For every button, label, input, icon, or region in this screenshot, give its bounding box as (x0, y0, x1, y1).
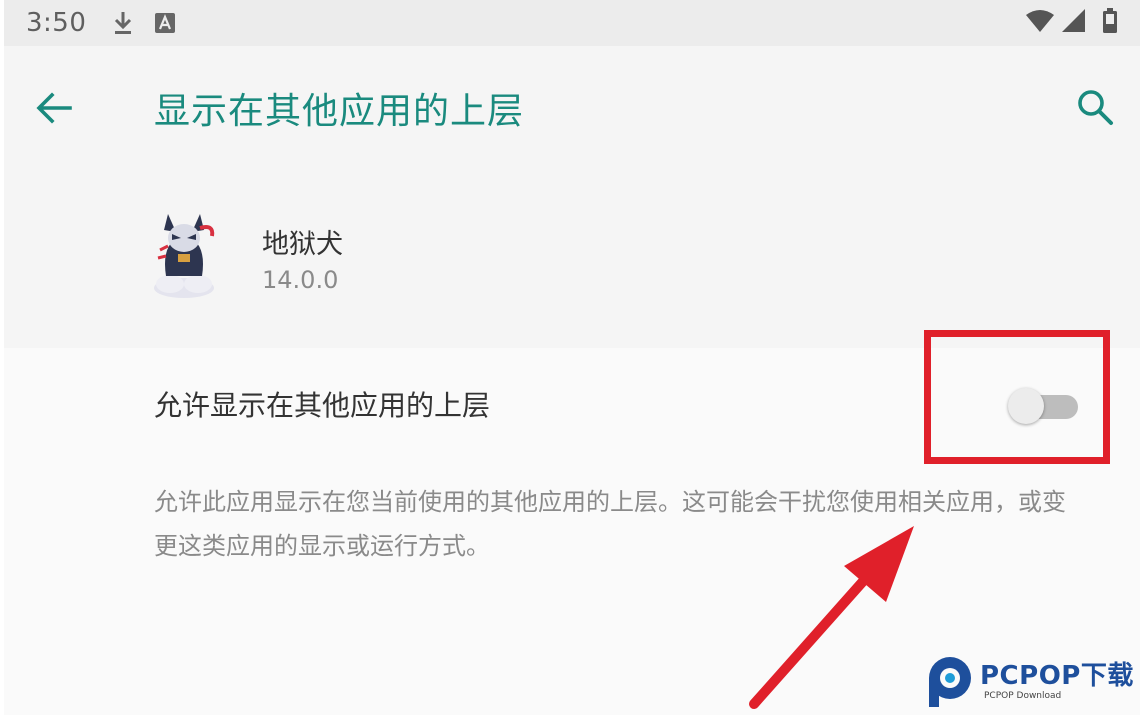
back-button[interactable] (32, 86, 76, 130)
watermark-text: PCPOP下载 PCPOP Download (980, 662, 1134, 702)
signal-icon (1062, 9, 1086, 37)
red-arrow-annotation (740, 520, 930, 715)
app-version: 14.0.0 (262, 266, 339, 294)
status-right-group (1026, 8, 1118, 38)
status-time: 3:50 (26, 8, 87, 38)
status-bar: 3:50 (4, 0, 1140, 46)
battery-icon (1102, 8, 1118, 38)
page-title: 显示在其他应用的上层 (154, 91, 525, 132)
highlight-annotation-box (924, 330, 1110, 464)
download-icon (112, 10, 134, 36)
pcpop-logo-icon (926, 656, 974, 708)
search-icon (1078, 90, 1113, 125)
watermark-title: PCPOP下载 (980, 661, 1134, 691)
app-icon (148, 210, 220, 302)
font-icon (154, 12, 176, 34)
app-info-header: 地狱犬 14.0.0 (4, 166, 1140, 348)
permission-description: 允许此应用显示在您当前使用的其他应用的上层。这可能会干扰您使用相关应用，或变更这… (154, 488, 1066, 560)
arrow-left-icon (36, 92, 72, 124)
watermark-subtitle: PCPOP Download (984, 691, 1062, 701)
pcpop-watermark: PCPOP下载 PCPOP Download (926, 656, 1134, 708)
app-bar: 显示在其他应用的上层 (4, 46, 1140, 166)
settings-screen: 3:50 显示在其他应用的上层 地狱犬 14.0.0 允许显示在其他应用的上层 … (4, 0, 1140, 715)
permission-label: 允许显示在其他应用的上层 (154, 389, 491, 422)
wifi-icon (1026, 9, 1054, 37)
search-button[interactable] (1072, 84, 1118, 130)
app-name: 地狱犬 (262, 229, 343, 260)
